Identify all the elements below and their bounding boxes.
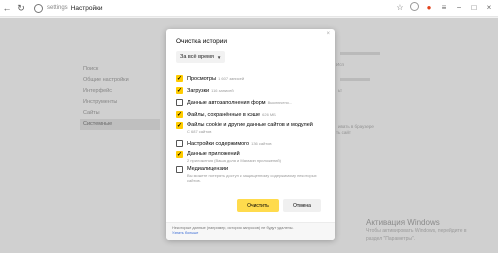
address-bar[interactable]: settings Настройки — [34, 1, 103, 15]
checkbox[interactable] — [176, 122, 183, 129]
extensions-icon[interactable]: ● — [424, 2, 434, 12]
option-autofill[interactable]: Данные автозаполнения форм Выключено... — [176, 99, 292, 107]
option-media-licenses[interactable]: Медиалицензии Вы можете потерять доступ к… — [176, 166, 326, 183]
option-count: Выключено... — [267, 100, 293, 105]
checkbox[interactable] — [176, 75, 183, 82]
close-icon[interactable]: × — [326, 31, 330, 37]
clear-history-dialog: Очистка истории × За всё время ▼ Просмот… — [166, 29, 335, 240]
minimize-icon[interactable]: − — [454, 2, 464, 12]
dialog-footer: Некоторые данные (например, история запр… — [166, 222, 335, 240]
option-count: 136 сайтов — [251, 141, 272, 146]
option-count: 626 МБ — [262, 112, 276, 117]
time-range-select[interactable]: За всё время ▼ — [176, 51, 226, 63]
option-sublabel: Вы можете потерять доступ к защищенному … — [187, 173, 317, 183]
site-icon — [34, 3, 43, 13]
clear-button[interactable]: Очистить — [237, 199, 279, 212]
checkbox[interactable] — [176, 99, 183, 106]
watermark-line: Чтобы активировать Windows, перейдите в — [366, 228, 467, 234]
option-app-data[interactable]: Данные приложений2 приложения (Ваша доля… — [176, 151, 281, 163]
option-cache[interactable]: Файлы, сохранённые в кэше626 МБ — [176, 111, 276, 119]
option-views[interactable]: Просмотры1 607 записей — [176, 75, 244, 83]
option-label: Медиалицензии — [187, 166, 229, 172]
option-cookies[interactable]: Файлы cookie и другие данные сайтов и мо… — [176, 122, 313, 134]
dialog-title: Очистка истории — [176, 38, 227, 45]
favorites-icon[interactable]: ☆ — [395, 2, 405, 12]
windows-activation-watermark: Активация Windows Чтобы активировать Win… — [366, 218, 467, 242]
option-downloads[interactable]: Загрузки116 записей — [176, 87, 234, 95]
close-icon[interactable]: × — [484, 2, 494, 12]
option-label: Загрузки — [187, 88, 210, 94]
page-title: Настройки — [70, 4, 103, 12]
option-label: Данные автозаполнения форм — [187, 100, 266, 106]
cancel-button[interactable]: Отмена — [283, 199, 321, 212]
time-range-value: За всё время — [180, 54, 214, 60]
browser-toolbar: ← ↻ settings Настройки ☆ ● ≡ − □ × — [0, 0, 498, 17]
option-content-settings[interactable]: Настройки содержимого 136 сайтов — [176, 140, 272, 148]
chevron-down-icon: ▼ — [216, 54, 222, 60]
checkbox[interactable] — [176, 111, 183, 118]
download-icon[interactable] — [410, 2, 419, 11]
url-scheme: settings — [47, 5, 68, 11]
checkbox[interactable] — [176, 151, 183, 158]
back-icon[interactable]: ← — [0, 1, 14, 15]
checkbox[interactable] — [176, 140, 183, 147]
option-count: 116 записей — [211, 88, 234, 93]
maximize-icon[interactable]: □ — [469, 2, 479, 12]
option-sublabel: С 687 сайтов — [187, 129, 212, 134]
learn-more-link[interactable]: Узнать больше — [172, 231, 329, 236]
checkbox[interactable] — [176, 87, 183, 94]
option-label: Файлы, сохранённые в кэше — [187, 112, 261, 118]
option-label: Данные приложений — [187, 151, 240, 157]
option-sublabel: 2 приложения (Ваша доля и Магазин прилож… — [187, 158, 281, 163]
watermark-line: раздел "Параметры". — [366, 235, 416, 242]
option-count: 1 607 записей — [218, 76, 245, 81]
watermark-title: Активация Windows — [366, 218, 440, 227]
option-label: Настройки содержимого — [187, 141, 250, 147]
option-label: Файлы cookie и другие данные сайтов и мо… — [187, 122, 313, 128]
checkbox[interactable] — [176, 166, 183, 173]
option-label: Просмотры — [187, 76, 217, 82]
reload-icon[interactable]: ↻ — [14, 1, 28, 15]
menu-icon[interactable]: ≡ — [439, 2, 449, 12]
